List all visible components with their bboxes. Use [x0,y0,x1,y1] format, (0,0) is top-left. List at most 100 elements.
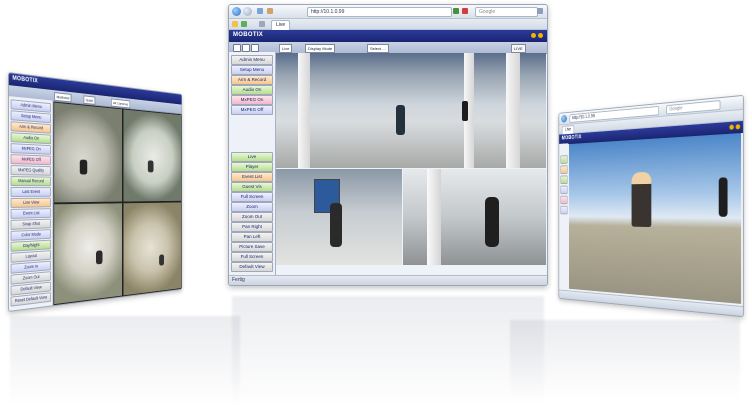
right-side-button[interactable] [560,205,568,215]
left-sidebar-button[interactable]: Last Event [10,187,51,197]
right-side-button[interactable] [560,195,568,205]
status-dot-icon [531,33,536,38]
left-brand-logo: MOBOTIX [12,75,39,85]
status-dot-icon [538,33,543,38]
left-quad-tile-4[interactable] [123,202,181,296]
center-sidebar-button[interactable]: Pan Left [231,232,273,242]
center-browser-window: http://10.1.0.99 Google Live MOBOTIX Liv… [228,4,548,286]
center-sidebar-button[interactable]: Zoom [231,202,273,212]
layout-quad-icon[interactable] [242,44,250,52]
right-brand-logo: MOBOTIX [561,134,582,142]
reload-icon[interactable] [257,8,263,14]
center-live-button[interactable]: LIVE [511,44,526,53]
person-figure [147,160,154,173]
center-mode-select[interactable]: Display Mode [305,44,336,53]
left-sidebar-button[interactable]: Live View [10,197,51,208]
left-window-frame: MOBOTIX Multiview Quad All Cameras Admin… [8,72,183,312]
center-tab-live[interactable]: Live [271,20,291,30]
right-sidebar [559,143,569,291]
right-browser-window: http://10.1.0.99 Google Live MOBOTIX [558,94,744,318]
left-quad-tile-2[interactable] [123,109,181,202]
home-icon[interactable] [267,8,273,14]
back-icon[interactable] [561,114,567,123]
center-url-field[interactable]: http://10.1.0.99 [307,7,452,17]
left-quad-tile-1[interactable] [54,102,123,203]
center-sidebar-button[interactable]: Pan Right [231,222,273,232]
left-view-select[interactable]: Multiview [54,92,72,103]
center-sidebar-button[interactable]: MxPEG On [231,95,273,105]
right-side-button[interactable] [560,175,568,185]
status-dot-icon [729,124,734,130]
right-side-button[interactable] [560,165,568,174]
left-browser-window: MOBOTIX Multiview Quad All Cameras Admin… [8,72,183,312]
right-side-button[interactable] [560,185,568,195]
left-sidebar-button[interactable]: MxPEG Off [10,154,51,166]
center-sidebar-button[interactable]: Default View [231,262,273,272]
back-icon[interactable] [232,7,241,16]
status-dot-icon [735,124,741,130]
person-figure [96,250,103,265]
left-mode-select[interactable]: Quad [83,95,96,105]
person-figure [485,197,499,247]
center-sidebar-button[interactable]: Player [231,162,273,172]
pillar [427,169,441,265]
forward-icon[interactable] [243,7,252,16]
center-sidebar-button[interactable]: Arm & Record [231,75,273,85]
right-window-frame: http://10.1.0.99 Google Live MOBOTIX [558,94,744,318]
tabs-grid-icon[interactable] [259,21,265,27]
center-main-view[interactable] [276,53,546,168]
center-view-select[interactable]: Live [279,44,293,53]
center-sidebar-button[interactable]: Picture Save [231,242,273,252]
center-search-field[interactable]: Google [475,7,538,17]
center-sidebar-button[interactable]: Setup Menu [231,65,273,75]
person-figure [159,254,165,266]
left-sidebar: Admin Menu Setup Menu Arm & Record Audio On… [8,96,54,311]
left-sidebar-button[interactable]: Audio On [10,132,51,145]
center-sidebar-button[interactable]: Event List [231,172,273,182]
left-quad-tile-3[interactable] [54,203,123,305]
center-statusbar: Fertig [229,275,547,285]
left-sidebar-button[interactable]: Snap Shot [10,218,51,230]
center-brand-bar: MOBOTIX [229,30,547,42]
center-brand-logo: MOBOTIX [233,32,264,38]
left-sidebar-button[interactable]: Event List [10,208,51,219]
search-icon[interactable] [537,8,543,14]
left-quad-view [53,101,182,306]
left-window-reflection [10,316,240,406]
go-icon[interactable] [453,8,459,14]
person-figure [396,105,405,135]
left-sidebar-button[interactable]: MxPEG Quality [10,165,51,176]
right-side-button[interactable] [560,155,568,164]
right-window-reflection [510,320,740,400]
center-window-reflection [232,296,544,406]
person-figure [462,101,468,121]
center-titlebar: http://10.1.0.99 Google [229,5,547,19]
person-figure [79,159,88,175]
right-panorama-view[interactable] [568,133,742,304]
center-bottom-left-view[interactable] [276,169,402,265]
person-figure [330,203,342,247]
center-camera-select[interactable]: Select ... [367,44,389,53]
center-sidebar-button[interactable]: Full Screen [231,252,273,262]
layout-multi-icon[interactable] [251,44,259,52]
favorites-icon[interactable] [232,21,238,27]
center-sidebar-button[interactable]: Zoom Out [231,212,273,222]
person-figure [718,177,728,217]
center-bottom-right-view[interactable] [403,169,546,265]
layout-single-icon[interactable] [233,44,241,52]
center-sidebar: Admin Menu Setup Menu Arm & Record Audio On… [229,52,276,275]
stop-icon[interactable] [462,8,468,14]
center-sidebar-button[interactable]: Full Screen [231,192,273,202]
pillar [298,53,310,168]
center-sidebar-button[interactable]: Guest Vis [231,182,273,192]
page: { "center_window": { "url": "http://10.1… [0,0,752,411]
add-favorite-icon[interactable] [241,21,247,27]
left-sidebar-button[interactable]: Manual Record [10,176,51,187]
center-sidebar-button[interactable]: Admin Menu [231,55,273,65]
person-figure [631,171,652,228]
left-sidebar-button[interactable]: MxPEG On [10,143,51,155]
center-sidebar-button[interactable]: MxPEG Off [231,105,273,115]
center-sidebar-button[interactable]: Live [231,152,273,162]
center-sidebar-button[interactable]: Audio On [231,85,273,95]
center-tabbar: Live [229,19,547,30]
